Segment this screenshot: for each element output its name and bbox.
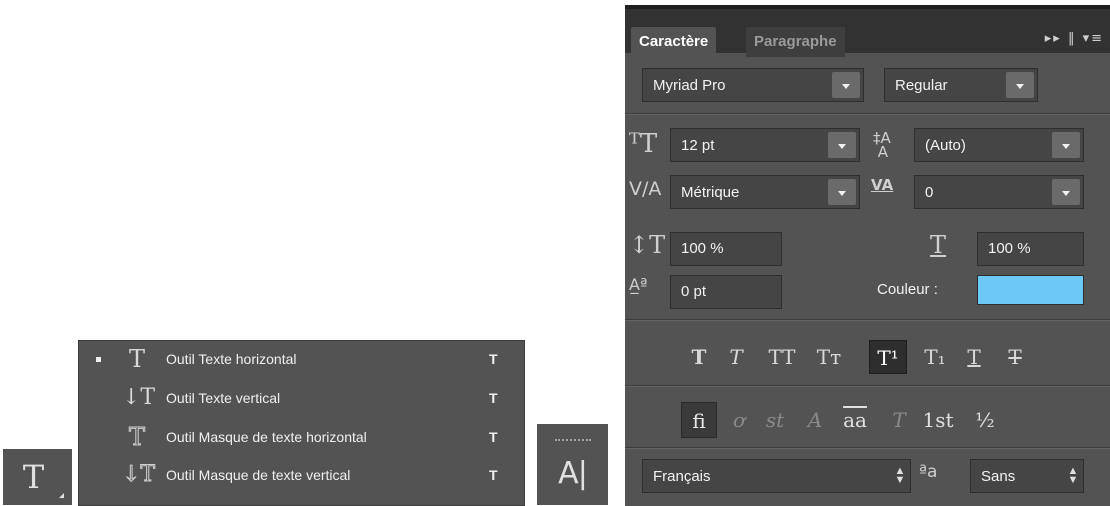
updown-chevron-icon: ▲ ▼ bbox=[1067, 465, 1079, 486]
leading-icon: ‡A A bbox=[873, 129, 891, 161]
underline-button[interactable]: T bbox=[956, 340, 992, 374]
contextual-alternates-button[interactable]: ơ bbox=[721, 402, 757, 438]
font-style-dropdown[interactable]: Regular bbox=[884, 68, 1038, 102]
divider bbox=[625, 113, 1110, 115]
leading-dropdown[interactable]: (Auto) bbox=[914, 128, 1084, 162]
strikethrough-button[interactable]: T bbox=[997, 340, 1033, 374]
menu-item-shortcut: T bbox=[489, 390, 498, 406]
menu-item-horizontal-type-mask[interactable]: T Outil Masque de texte horizontal T bbox=[79, 419, 524, 455]
vertical-type-mask-icon: ↓T bbox=[122, 462, 156, 487]
menu-item-shortcut: T bbox=[489, 467, 498, 483]
vertical-scale-input[interactable]: 100 % bbox=[670, 232, 782, 266]
tracking-value: 0 bbox=[925, 183, 934, 201]
menu-item-label: Outil Masque de texte vertical bbox=[166, 467, 351, 483]
baseline-shift-icon: A̲ª bbox=[629, 275, 648, 294]
standard-ligatures-button[interactable]: ﬁ bbox=[681, 402, 717, 438]
chevron-down-icon[interactable] bbox=[1052, 179, 1080, 205]
tab-paragraph[interactable]: Paragraphe bbox=[746, 27, 845, 57]
language-value: Français bbox=[653, 467, 711, 485]
divider bbox=[625, 319, 1110, 321]
updown-chevron-icon: ▲ ▼ bbox=[894, 465, 906, 486]
divider bbox=[625, 385, 1110, 387]
character-panel: Caractère Paragraphe ▸▸ ‖ ▾≡ Myriad Pro … bbox=[625, 5, 1110, 506]
horizontal-type-icon: T bbox=[128, 345, 145, 373]
menu-item-label: Outil Texte vertical bbox=[166, 390, 281, 406]
menu-item-shortcut: T bbox=[489, 351, 498, 367]
faux-italic-button[interactable]: T bbox=[718, 340, 754, 374]
titling-alternates-button[interactable]: T bbox=[881, 402, 917, 438]
chevron-down-icon[interactable] bbox=[1052, 132, 1080, 158]
small-caps-button[interactable]: Tт bbox=[809, 340, 849, 374]
character-panel-icon: A| bbox=[558, 455, 588, 491]
color-label: Couleur : bbox=[877, 281, 938, 298]
font-style-value: Regular bbox=[895, 76, 948, 94]
menu-item-vertical-type[interactable]: ↓T Outil Texte vertical T bbox=[79, 380, 524, 416]
type-tool-button[interactable]: T bbox=[3, 449, 72, 505]
horizontal-type-mask-icon: T bbox=[128, 423, 145, 451]
color-swatch[interactable] bbox=[977, 275, 1084, 305]
kerning-icon: V/A bbox=[629, 178, 662, 200]
faux-bold-button[interactable]: T bbox=[681, 340, 717, 374]
language-select[interactable]: Français ▲ ▼ bbox=[642, 459, 911, 493]
menu-item-label: Outil Masque de texte horizontal bbox=[166, 429, 367, 445]
type-tool-flyout-menu: T Outil Texte horizontal T ↓T Outil Text… bbox=[78, 340, 525, 506]
vertical-type-icon: ↓T bbox=[122, 385, 156, 410]
divider bbox=[625, 447, 1110, 449]
superscript-button[interactable]: T¹ bbox=[869, 340, 907, 374]
all-caps-button[interactable]: TT bbox=[759, 340, 805, 374]
chevron-down-icon[interactable] bbox=[1006, 72, 1034, 98]
kerning-value: Métrique bbox=[681, 183, 740, 201]
ordinals-button[interactable]: 1st bbox=[917, 402, 959, 438]
tracking-icon: VA bbox=[871, 176, 894, 194]
horizontal-scale-input[interactable]: 100 % bbox=[977, 232, 1084, 266]
panel-menu-icon[interactable]: ▸▸ ‖ ▾≡ bbox=[1045, 31, 1104, 46]
antialias-icon: ªa bbox=[919, 462, 938, 482]
kerning-dropdown[interactable]: Métrique bbox=[670, 175, 860, 209]
selected-bullet-icon bbox=[96, 356, 101, 362]
tracking-dropdown[interactable]: 0 bbox=[914, 175, 1084, 209]
horizontal-scale-icon: T bbox=[930, 231, 947, 259]
menu-item-label: Outil Texte horizontal bbox=[166, 351, 297, 367]
leading-value: (Auto) bbox=[925, 136, 966, 154]
flyout-indicator-icon bbox=[59, 493, 64, 498]
swash-button[interactable]: A bbox=[797, 402, 833, 438]
font-size-dropdown[interactable]: 12 pt bbox=[670, 128, 860, 162]
font-family-dropdown[interactable]: Myriad Pro bbox=[642, 68, 864, 102]
chevron-down-icon[interactable] bbox=[828, 132, 856, 158]
menu-item-horizontal-type[interactable]: T Outil Texte horizontal T bbox=[79, 341, 524, 377]
menu-item-shortcut: T bbox=[489, 429, 498, 445]
antialias-value: Sans bbox=[981, 467, 1016, 485]
font-size-value: 12 pt bbox=[681, 136, 715, 154]
tab-character[interactable]: Caractère bbox=[631, 27, 717, 57]
baseline-shift-input[interactable]: 0 pt bbox=[670, 275, 782, 309]
panel-tab-bar: Caractère Paragraphe ▸▸ ‖ ▾≡ bbox=[625, 5, 1110, 57]
chevron-down-icon[interactable] bbox=[828, 179, 856, 205]
character-panel-button[interactable]: A| bbox=[537, 424, 608, 505]
chevron-down-icon[interactable] bbox=[832, 72, 860, 98]
vertical-scale-icon: ↕T bbox=[629, 231, 666, 259]
discretionary-ligatures-button[interactable]: st bbox=[757, 402, 793, 438]
font-family-value: Myriad Pro bbox=[653, 76, 726, 94]
stylistic-alternates-button[interactable]: aa bbox=[835, 402, 875, 438]
subscript-button[interactable]: T₁ bbox=[917, 340, 953, 374]
antialias-select[interactable]: Sans ▲ ▼ bbox=[970, 459, 1084, 493]
menu-item-vertical-type-mask[interactable]: ↓T Outil Masque de texte vertical T bbox=[79, 457, 524, 493]
type-tool-icon: T bbox=[22, 458, 45, 496]
grip-handle[interactable] bbox=[554, 438, 591, 444]
font-size-icon: ᵀT bbox=[629, 129, 658, 159]
fractions-button[interactable]: ½ bbox=[965, 402, 1005, 438]
